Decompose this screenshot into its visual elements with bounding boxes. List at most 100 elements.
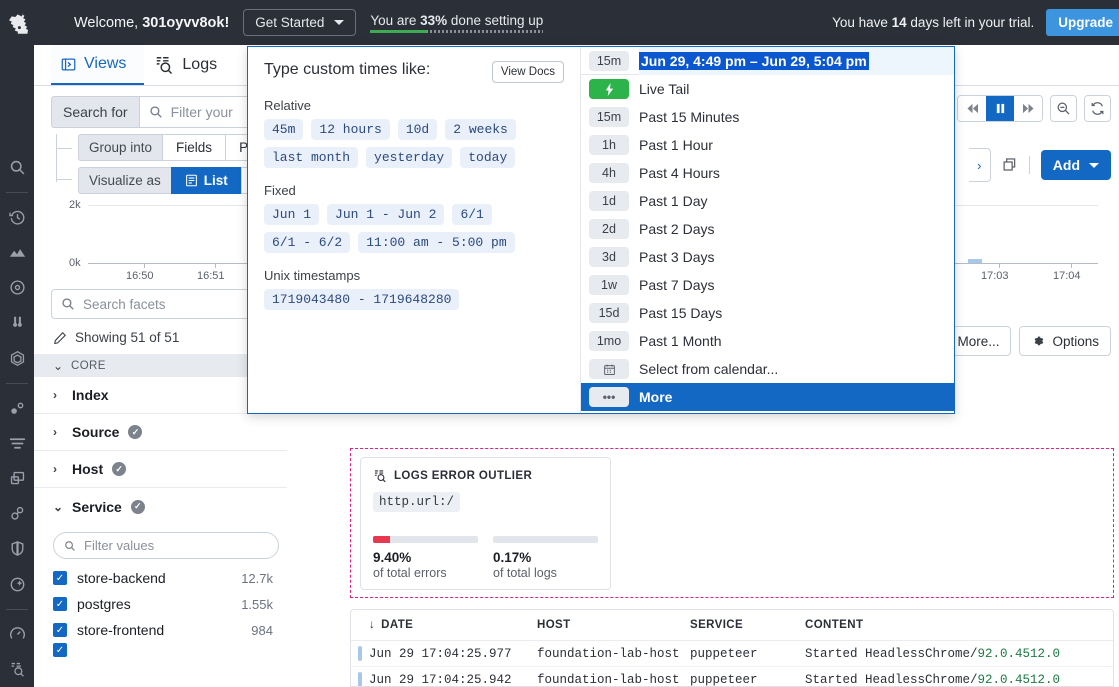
col-service[interactable]: SERVICE [690,619,805,631]
cell-host: foundation-lab-host [537,673,690,687]
fast-forward-icon[interactable] [1014,96,1042,121]
time-chip[interactable]: 6/1 - 6/2 [264,232,350,253]
logs-filter-icon[interactable] [0,426,34,461]
search-icon [149,105,163,119]
expand-chevron-button[interactable]: › [969,148,991,182]
visualize-option-list[interactable]: List [171,167,241,194]
time-option-past-3-days[interactable]: 3d Past 3 Days [581,243,954,271]
copy-icon[interactable] [1002,157,1018,173]
time-chip[interactable]: 6/1 [452,204,491,225]
rum-icon[interactable] [0,461,34,496]
time-option-past-15-minutes[interactable]: 15m Past 15 Minutes [581,103,954,131]
facet-value-row[interactable]: ✓ store-backend 12.7k [34,565,287,591]
checkbox[interactable]: ✓ [53,643,67,657]
pencil-icon[interactable] [53,331,67,345]
time-range-input-row[interactable]: 15m Jun 29, 4:49 pm – Jun 29, 5:04 pm [581,47,954,75]
synthetics-icon[interactable] [0,496,34,531]
cell-content-version: 92.0.4512.0 [978,647,1061,661]
time-option-label: Past 15 Days [639,305,722,321]
time-option-past-2-days[interactable]: 2d Past 2 Days [581,215,954,243]
cell-content-text: Started HeadlessChrome/ [805,673,978,687]
view-docs-button[interactable]: View Docs [492,61,564,83]
col-host[interactable]: HOST [537,619,690,631]
facet-value-row[interactable]: ✓ postgres 1.55k [34,591,287,617]
time-chip[interactable]: today [460,147,515,168]
setup-progress[interactable]: You are 33% done setting up [370,13,543,33]
group-option-fields[interactable]: Fields [162,134,225,161]
panel-actions: More... Options [945,326,1111,356]
ci-visibility-icon[interactable] [0,566,34,601]
time-option-more[interactable]: ••• More [581,383,954,411]
col-content[interactable]: CONTENT [805,619,1113,631]
facet-value-row[interactable]: ✓ [34,643,287,657]
infrastructure-icon[interactable] [0,341,34,376]
time-option-label: More [639,389,672,405]
logs-error-outlier-card[interactable]: LOGS ERROR OUTLIER http.url:/ 9.40% of t… [360,457,611,590]
time-option-past-15-days[interactable]: 15d Past 15 Days [581,299,954,327]
calendar-icon [589,359,629,379]
row-status-marker [351,646,369,661]
time-range-badge: 15m [589,51,629,71]
chevron-down-icon: ⌄ [53,359,63,373]
chevron-right-icon: › [53,388,63,402]
time-option-past-1-day[interactable]: 1d Past 1 Day [581,187,954,215]
datadog-logo-icon[interactable] [0,0,34,45]
watchdog-gauge-icon[interactable] [0,617,34,652]
get-started-button[interactable]: Get Started [243,9,356,36]
facet-value-row[interactable]: ✓ store-frontend 984 [34,617,287,643]
time-chip[interactable]: 12 hours [311,119,389,140]
facet-host[interactable]: › Host ✓ [34,451,287,488]
zoom-out-icon[interactable] [1050,95,1077,122]
checkbox[interactable]: ✓ [53,571,67,585]
time-chip[interactable]: Jun 1 [264,204,319,225]
security-shield-icon[interactable] [0,531,34,566]
time-option-select-from-calendar[interactable]: Select from calendar... [581,355,954,383]
tab-logs[interactable]: Logs [144,45,235,85]
time-option-past-7-days[interactable]: 1w Past 7 Days [581,271,954,299]
metrics-icon[interactable] [0,391,34,426]
time-chip[interactable]: 11:00 am - 5:00 pm [358,232,514,253]
time-chip[interactable]: 10d [398,119,437,140]
col-date[interactable]: ↓ DATE [369,619,537,631]
outlier-url-chip[interactable]: http.url:/ [373,492,460,512]
table-row[interactable]: Jun 29 17:04:25.977 foundation-lab-host … [351,641,1113,667]
time-chip[interactable]: 45m [264,119,303,140]
logs-explorer-icon[interactable] [0,652,34,687]
history-icon[interactable] [0,200,34,235]
refresh-icon[interactable] [1084,95,1111,122]
time-option-live-tail[interactable]: Live Tail [581,75,954,103]
facet-source-label: Source [72,424,119,440]
pause-icon[interactable] [986,96,1014,121]
chart-xlabel-1: 16:50 [126,270,154,282]
checkbox[interactable]: ✓ [53,597,67,611]
time-option-past-4-hours[interactable]: 4h Past 4 Hours [581,159,954,187]
facet-value-label: store-backend [77,570,166,586]
time-option-past-1-month[interactable]: 1mo Past 1 Month [581,327,954,355]
dashboards-icon[interactable] [0,235,34,270]
facet-search-placeholder: Search facets [83,297,166,312]
apm-icon[interactable] [0,306,34,341]
monitors-icon[interactable] [0,270,34,305]
rewind-icon[interactable] [958,96,986,121]
time-chip[interactable]: 1719043480 - 1719648280 [264,289,459,310]
options-button[interactable]: Options [1019,326,1111,356]
more-button[interactable]: More... [945,326,1011,356]
time-range-input[interactable]: Jun 29, 4:49 pm – Jun 29, 5:04 pm [639,47,954,75]
time-option-past-1-hour[interactable]: 1h Past 1 Hour [581,131,954,159]
facet-filter-values-input[interactable]: Filter values [53,532,279,559]
checkbox[interactable]: ✓ [53,623,67,637]
tab-views[interactable]: Views [51,45,144,85]
row-status-marker [351,672,369,687]
time-chip[interactable]: yesterday [366,147,452,168]
table-row[interactable]: Jun 29 17:04:25.942 foundation-lab-host … [351,667,1113,687]
time-chip[interactable]: 2 weeks [445,119,516,140]
time-chip[interactable]: Jun 1 - Jun 2 [327,204,444,225]
group-into-label: Group into [78,134,162,161]
trial-suffix: days left in your trial. [907,15,1035,30]
search-icon[interactable] [0,150,34,185]
facet-source[interactable]: › Source ✓ [34,414,287,451]
time-chip[interactable]: last month [264,147,358,168]
facet-service[interactable]: ⌄ Service ✓ [34,488,287,525]
add-button[interactable]: Add [1041,150,1111,180]
upgrade-button[interactable]: Upgrade [1046,9,1119,36]
